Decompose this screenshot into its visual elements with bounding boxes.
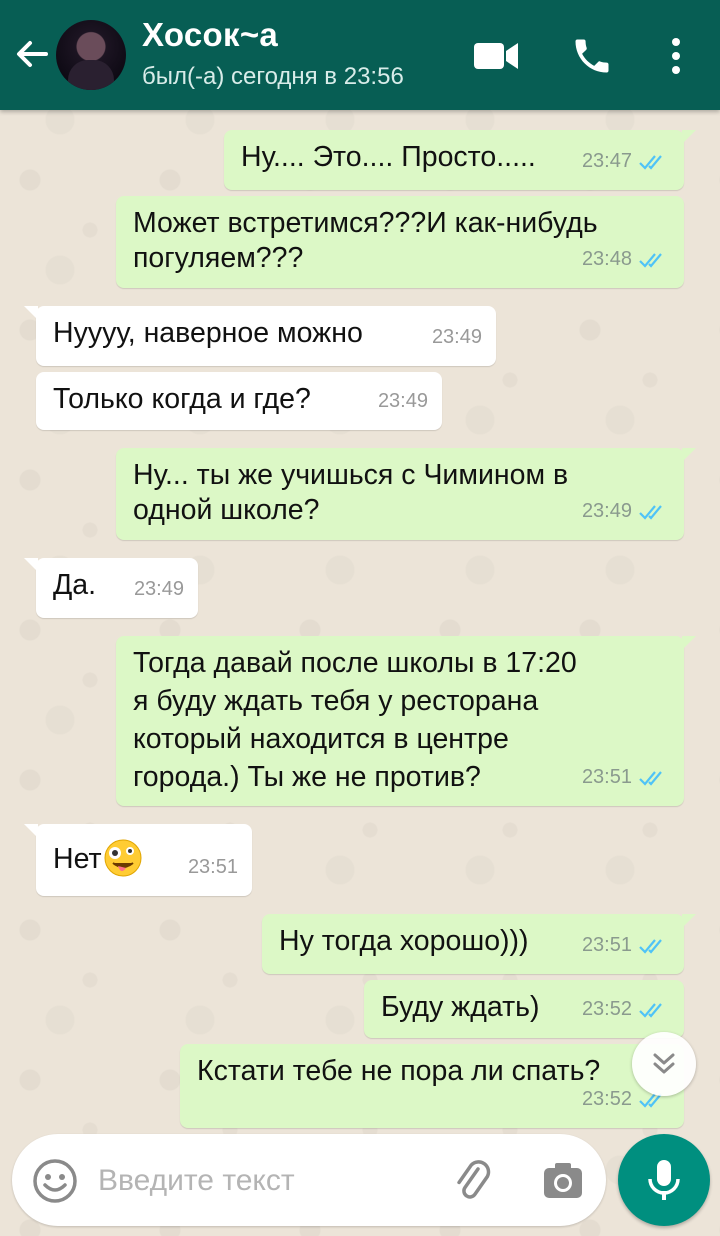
message-text-line: который находится в центре [133,723,509,755]
last-seen-status: был(-а) сегодня в 23:56 [142,63,404,90]
read-ticks-icon [639,154,662,170]
message-text: Ну тогда хорошо))) [279,925,529,957]
camera-icon[interactable] [540,1158,586,1204]
phone-icon[interactable] [570,34,614,78]
message-text: Нет [53,843,102,875]
message-time: 23:49 [581,500,632,522]
outgoing-message[interactable]: Буду ждать) 23:52 [364,980,684,1038]
read-ticks-icon [639,938,662,954]
contact-avatar[interactable] [56,20,126,90]
message-time: 23:48 [581,248,632,270]
message-text-line: города.) Ты же не против? [133,761,481,793]
message-input[interactable] [96,1156,430,1206]
message-time: 23:52 [581,1088,632,1110]
read-ticks-icon [639,1002,662,1018]
more-menu-icon[interactable] [656,34,696,78]
voice-record-button[interactable] [618,1134,710,1226]
outgoing-message[interactable]: Может встретимся???И как-нибудь погуляем… [116,196,684,288]
message-text-line: Тогда давай после школы в 17:20 [133,647,577,679]
contact-name[interactable]: Хосок~а [142,16,278,54]
read-ticks-icon [639,252,662,268]
message-text: Буду ждать) [381,991,540,1023]
outgoing-message[interactable]: Тогда давай после школы в 17:20 я буду ж… [116,636,696,806]
message-time: 23:51 [581,934,632,956]
message-time: 23:47 [581,150,632,172]
message-text: Кстати тебе не пора ли спать? [197,1055,601,1087]
zany-face-emoji-icon [104,839,142,877]
paperclip-icon[interactable] [450,1158,496,1204]
outgoing-message[interactable]: Ну тогда хорошо))) 23:51 [262,914,696,974]
scroll-to-bottom-button[interactable] [632,1032,696,1096]
message-time: 23:49 [133,578,184,600]
incoming-message[interactable]: Да. 23:49 [24,558,198,618]
message-time: 23:49 [377,390,428,412]
message-time: 23:49 [431,326,482,348]
message-text: Только когда и где? [53,383,311,415]
message-time: 23:51 [187,856,238,878]
message-text: Ну.... Это.... Просто..... [241,141,536,173]
chat-header: Хосок~а был(-а) сегодня в 23:56 [0,0,720,110]
message-text-line: погуляем??? [133,242,304,274]
back-arrow-icon[interactable] [10,32,54,76]
message-text: Да. [53,569,97,601]
outgoing-message[interactable]: Ну.... Это.... Просто..... 23:47 [224,130,696,190]
message-text: Нуууу, наверное можно [53,317,363,349]
smiley-icon[interactable] [32,1158,78,1204]
outgoing-message[interactable]: Ну... ты же учишься с Чимином в одной шк… [116,448,696,540]
message-time: 23:51 [581,766,632,788]
message-text-line: я буду ждать тебя у ресторана [133,685,539,717]
video-call-icon[interactable] [472,34,518,78]
message-text-line: Ну... ты же учишься с Чимином в [133,459,569,491]
message-time: 23:52 [581,998,632,1020]
read-ticks-icon [639,504,662,520]
incoming-message[interactable]: Нуууу, наверное можно 23:49 [24,306,496,366]
message-composer [12,1134,606,1226]
read-ticks-icon [639,770,662,786]
message-text-line: Может встретимся???И как-нибудь [133,207,598,239]
mic-icon [648,1160,680,1200]
message-text-line: одной школе? [133,494,320,526]
outgoing-message[interactable]: Кстати тебе не пора ли спать? 23:52 [180,1044,684,1128]
incoming-message[interactable]: Нет 23:51 [24,824,252,896]
incoming-message[interactable]: Только когда и где? 23:49 [36,372,442,430]
double-chevron-down-icon [653,1053,675,1074]
